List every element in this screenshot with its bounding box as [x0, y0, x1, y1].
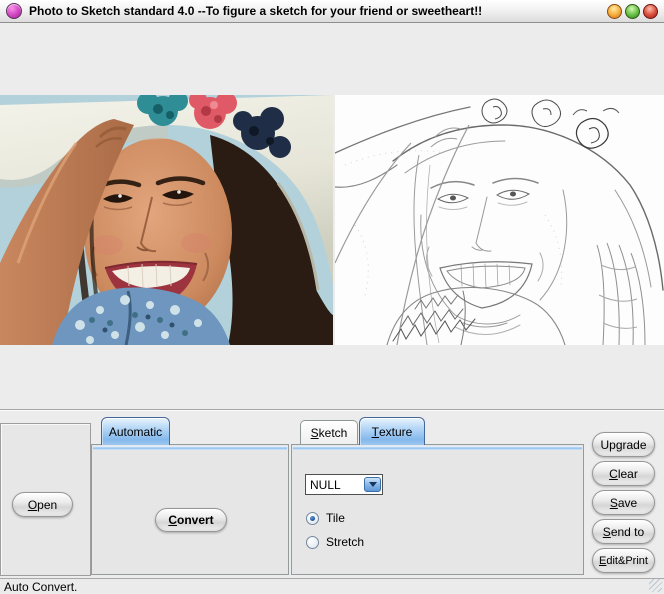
- tile-radio-label: Tile: [326, 511, 345, 525]
- stretch-radio[interactable]: Stretch: [306, 535, 364, 549]
- convert-button[interactable]: Convert: [155, 508, 227, 532]
- save-button[interactable]: Save: [592, 490, 655, 515]
- clear-button[interactable]: Clear: [592, 461, 655, 486]
- tab-sketch-label: ketch: [318, 425, 348, 440]
- send-to-button-accesskey: S: [602, 524, 611, 539]
- panel-divider: [0, 409, 664, 411]
- tile-radio[interactable]: Tile: [306, 511, 345, 525]
- original-photo-preview: [0, 95, 333, 345]
- window-controls: [607, 3, 658, 19]
- open-button-label: pen: [37, 497, 58, 512]
- status-bar: Auto Convert.: [0, 578, 664, 594]
- clear-button-label: lear: [617, 466, 638, 481]
- window-title: Photo to Sketch standard 4.0 --To figure…: [29, 4, 483, 18]
- texture-select-value: NULL: [310, 477, 341, 492]
- open-button-accesskey: O: [27, 497, 38, 512]
- tab-texture-accesskey: T: [371, 424, 379, 439]
- status-text: Auto Convert.: [4, 579, 78, 594]
- app-icon: [6, 3, 22, 19]
- edit-print-button-accesskey: E: [599, 554, 607, 567]
- clear-button-accesskey: C: [609, 466, 618, 481]
- minimize-button[interactable]: [607, 3, 622, 19]
- save-button-accesskey: S: [609, 495, 618, 510]
- tab-automatic[interactable]: Automatic: [101, 417, 170, 445]
- edit-print-button[interactable]: Edit&Print: [592, 548, 655, 573]
- tab-sketch-accesskey: S: [310, 425, 319, 440]
- edit-print-button-label: dit&Print: [606, 554, 648, 567]
- open-button[interactable]: Open: [12, 492, 73, 517]
- maximize-button[interactable]: [625, 3, 640, 19]
- tab-texture[interactable]: Texture: [359, 417, 425, 445]
- tab-texture-label: exture: [378, 424, 413, 439]
- convert-button-accesskey: C: [168, 513, 177, 527]
- tile-radio-circle[interactable]: [306, 511, 319, 525]
- send-to-button[interactable]: Send to: [592, 519, 655, 544]
- convert-button-label: onvert: [176, 513, 214, 527]
- texture-select[interactable]: NULL: [305, 474, 383, 495]
- dropdown-arrow-icon[interactable]: [364, 477, 381, 492]
- stretch-radio-circle[interactable]: [306, 535, 319, 549]
- original-photo-illustration: [0, 95, 333, 345]
- close-button[interactable]: [643, 3, 658, 19]
- texture-tab-page: [291, 444, 584, 575]
- stretch-radio-label: Stretch: [326, 535, 365, 549]
- tab-sketch[interactable]: Sketch: [300, 420, 358, 444]
- resize-grip[interactable]: [649, 579, 662, 592]
- sketch-result-preview: [335, 95, 664, 345]
- upgrade-button[interactable]: Upgrade: [592, 432, 655, 457]
- upgrade-button-label: Upgrade: [600, 437, 647, 452]
- save-button-label: ave: [617, 495, 638, 510]
- tab-automatic-label: Automatic: [108, 424, 163, 439]
- sketch-illustration: [335, 95, 664, 345]
- send-to-button-label: end to: [610, 524, 645, 539]
- title-bar[interactable]: Photo to Sketch standard 4.0 --To figure…: [0, 0, 664, 23]
- app-window: { "window": { "title": "Photo to Sketch …: [0, 0, 664, 594]
